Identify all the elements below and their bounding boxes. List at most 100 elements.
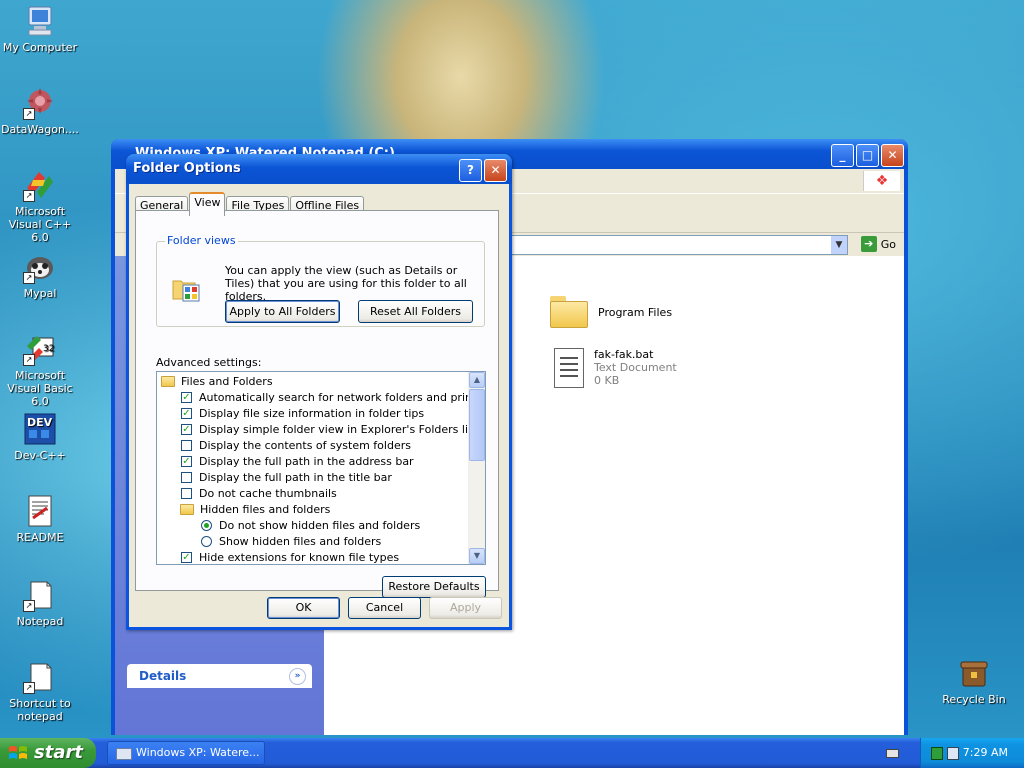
- drive-icon: [116, 748, 132, 760]
- network-icon[interactable]: [931, 747, 943, 760]
- desktop-icon-label: Microsoft Visual Basic 6.0: [7, 369, 73, 408]
- apply-to-all-folders-button[interactable]: Apply to All Folders: [225, 300, 340, 323]
- file-item-fak-fak-bat[interactable]: fak-fak.bat Text Document 0 KB: [554, 348, 677, 388]
- clock[interactable]: 7:29 AM: [963, 746, 1008, 759]
- desktop-icon-my-computer[interactable]: My Computer: [0, 4, 80, 54]
- list-item-label: Do not show hidden files and folders: [219, 518, 421, 532]
- explorer-window-controls: _ □ ✕: [831, 144, 904, 167]
- start-button[interactable]: start: [0, 738, 96, 768]
- go-arrow-icon: ➔: [860, 236, 877, 252]
- list-item: Hidden files and folders: [180, 501, 330, 517]
- taskbar-button-explorer[interactable]: Windows XP: Watere...: [107, 741, 265, 765]
- list-item[interactable]: ✓ Display file size information in folde…: [181, 405, 424, 421]
- list-item[interactable]: ✓ Automatically search for network folde…: [181, 389, 485, 405]
- desktop-icon-label: Shortcut to notepad: [9, 697, 71, 723]
- taskbar: start Windows XP: Watere... 7:29 AM: [0, 738, 1024, 768]
- details-label: Details: [139, 669, 187, 683]
- radio-selected[interactable]: [201, 519, 212, 531]
- windows-flag-icon: ❖: [863, 171, 900, 191]
- folder-views-group: Folder views You can apply the view (suc…: [156, 234, 485, 327]
- checkbox-checked[interactable]: ✓: [181, 407, 192, 419]
- shortcut-arrow-icon: ↗: [23, 682, 35, 694]
- vertical-scrollbar[interactable]: ▲ ▼: [468, 372, 485, 564]
- desktop-icon-label: Microsoft Visual C++ 6.0: [8, 205, 72, 244]
- list-item[interactable]: Do not cache thumbnails: [181, 485, 337, 501]
- dialog-window-controls: ? ✕: [459, 159, 507, 182]
- apply-button[interactable]: Apply: [429, 597, 502, 619]
- keyboard-icon[interactable]: [886, 749, 899, 758]
- list-item-label: Display file size information in folder …: [199, 406, 425, 420]
- list-item[interactable]: ✓ Hide extensions for known file types: [181, 549, 399, 564]
- list-item[interactable]: ✓ Display the full path in the address b…: [181, 453, 414, 469]
- scroll-down-arrow-icon[interactable]: ▼: [469, 548, 485, 564]
- list-item-label: Show hidden files and folders: [219, 534, 382, 548]
- cancel-button[interactable]: Cancel: [348, 597, 421, 619]
- radio-unselected[interactable]: [201, 535, 212, 547]
- list-item-label: Display the contents of system folders: [199, 438, 411, 452]
- notepad-icon: ↗: [23, 660, 57, 694]
- list-item[interactable]: Display the full path in the title bar: [181, 469, 392, 485]
- shortcut-arrow-icon: ↗: [23, 108, 35, 120]
- file-name: Program Files: [598, 306, 673, 319]
- folder-icon: [180, 503, 194, 515]
- checkbox-checked[interactable]: ✓: [181, 391, 192, 403]
- checkbox-unchecked[interactable]: [181, 439, 192, 451]
- help-button[interactable]: ?: [459, 159, 482, 182]
- desktop-icon-shortcut-notepad[interactable]: ↗ Shortcut to notepad: [0, 660, 80, 723]
- text-document-icon: [554, 348, 584, 388]
- reset-all-folders-button[interactable]: Reset All Folders: [358, 300, 473, 323]
- list-item-label: Do not cache thumbnails: [199, 486, 337, 500]
- dialog-titlebar[interactable]: Folder Options: [126, 154, 512, 184]
- address-dropdown-button[interactable]: ▼: [831, 236, 847, 254]
- desktop-icon-mypal[interactable]: ↗ Mypal: [0, 250, 80, 300]
- view-tab-panel: Folder views You can apply the view (suc…: [135, 210, 499, 598]
- go-button[interactable]: ➔ Go: [860, 236, 896, 252]
- checkbox-checked[interactable]: ✓: [181, 423, 192, 435]
- dialog-close-button[interactable]: ✕: [484, 159, 507, 182]
- file-item-program-files[interactable]: Program Files: [550, 296, 672, 328]
- scroll-up-arrow-icon[interactable]: ▲: [469, 372, 485, 388]
- folder-views-description: You can apply the view (such as Details …: [225, 264, 467, 303]
- checkbox-unchecked[interactable]: [181, 471, 192, 483]
- security-icon[interactable]: [947, 747, 959, 760]
- folder-views-icon: [172, 280, 200, 302]
- desktop-icon-datawagon[interactable]: ↗ DataWagon....: [0, 86, 80, 136]
- taskbar-button-label: Windows XP: Watere...: [136, 746, 260, 759]
- list-item-label: Files and Folders: [181, 374, 273, 388]
- desktop-icon-visual-basic[interactable]: 32 ↗ Microsoft Visual Basic 6.0: [0, 332, 80, 408]
- restore-defaults-button[interactable]: Restore Defaults: [382, 576, 486, 598]
- minimize-button[interactable]: _: [831, 144, 854, 167]
- desktop-icon-label: My Computer: [2, 41, 78, 54]
- datawagon-icon: ↗: [23, 86, 57, 120]
- tab-view[interactable]: View: [189, 192, 226, 216]
- list-item-label: Display the full path in the address bar: [199, 454, 414, 468]
- folder-icon: [550, 296, 588, 328]
- list-item[interactable]: ✓ Display simple folder view in Explorer…: [181, 421, 478, 437]
- shortcut-arrow-icon: ↗: [23, 600, 35, 612]
- group-title: Folder views: [165, 234, 238, 247]
- list-item[interactable]: Display the contents of system folders: [181, 437, 411, 453]
- list-item-label: Display simple folder view in Explorer's…: [199, 422, 479, 436]
- desktop-icon-label: README: [16, 531, 64, 544]
- desktop-icon-dev-cpp[interactable]: DEV Dev-C++: [0, 412, 80, 462]
- desktop-icon-label: Dev-C++: [14, 449, 66, 462]
- desktop-icon-readme[interactable]: README: [0, 494, 80, 544]
- checkbox-checked[interactable]: ✓: [181, 551, 192, 563]
- desktop-icon-notepad[interactable]: ↗ Notepad: [0, 578, 80, 628]
- expand-chevron-icon[interactable]: »: [289, 668, 306, 685]
- details-panel-header[interactable]: Details »: [127, 664, 312, 688]
- scrollbar-thumb[interactable]: [469, 389, 485, 461]
- ok-button[interactable]: OK: [267, 597, 340, 619]
- list-item[interactable]: Do not show hidden files and folders: [201, 517, 420, 533]
- advanced-settings-list[interactable]: Files and Folders ✓ Automatically search…: [156, 371, 486, 565]
- desktop-icon-visual-cpp[interactable]: ↗ Microsoft Visual C++ 6.0: [0, 168, 80, 244]
- checkbox-unchecked[interactable]: [181, 487, 192, 499]
- address-input[interactable]: ▼: [510, 235, 848, 255]
- dev-cpp-icon: DEV: [23, 412, 57, 446]
- desktop-icon-recycle-bin[interactable]: Recycle Bin: [934, 656, 1014, 706]
- advanced-settings-label: Advanced settings:: [156, 356, 262, 369]
- maximize-button[interactable]: □: [856, 144, 879, 167]
- checkbox-checked[interactable]: ✓: [181, 455, 192, 467]
- close-button[interactable]: ✕: [881, 144, 904, 167]
- list-item[interactable]: Show hidden files and folders: [201, 533, 381, 549]
